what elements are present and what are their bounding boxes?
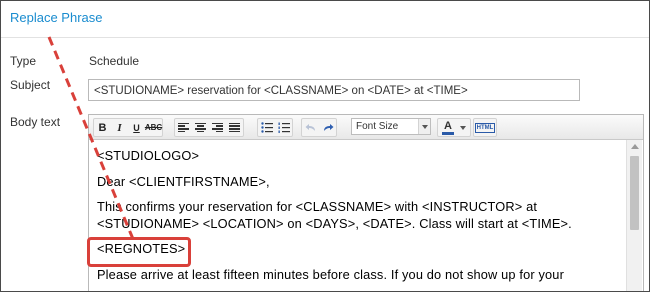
font-color-group: A: [437, 118, 471, 137]
strikethrough-button[interactable]: ABC: [145, 119, 162, 136]
chevron-down-icon: [418, 119, 430, 134]
undo-redo-group: [301, 118, 337, 137]
body-line-greeting: Dear <CLIENTFIRSTNAME>,: [97, 173, 270, 189]
scroll-thumb[interactable]: [630, 156, 639, 230]
body-line-confirmation: This confirms your reservation for <CLAS…: [97, 199, 538, 214]
align-center-button[interactable]: [192, 119, 209, 136]
type-label: Type: [10, 54, 37, 68]
alignment-group: [174, 118, 244, 137]
justify-icon: [229, 122, 240, 133]
body-text-editor: B I U ABC Font Size A HTML <STUDIOLOGO> …: [88, 114, 644, 291]
body-text-content[interactable]: <STUDIOLOGO> Dear <CLIENTFIRSTNAME>, Thi…: [89, 140, 627, 291]
underline-button[interactable]: U: [128, 119, 145, 136]
type-value: Schedule: [89, 54, 140, 68]
body-line-details: <STUDIONAME> <LOCATION> on <DAYS>, <DATE…: [97, 215, 572, 231]
redo-icon: [323, 123, 333, 131]
body-line-logo: <STUDIOLOGO>: [97, 148, 200, 163]
body-line-regnotes: <REGNOTES>: [97, 241, 186, 256]
replace-phrase-link[interactable]: Replace Phrase: [10, 10, 103, 25]
chevron-down-icon: [460, 125, 466, 130]
numbered-list-button[interactable]: [275, 119, 292, 136]
bullet-list-icon: [260, 122, 273, 133]
html-group: HTML: [473, 118, 497, 137]
font-color-dropdown[interactable]: [458, 119, 468, 136]
font-color-swatch: [442, 131, 454, 135]
editor-scrollbar[interactable]: [626, 140, 642, 291]
list-group: [257, 118, 293, 137]
font-size-label: Font Size: [356, 121, 399, 132]
font-color-icon: A: [444, 119, 452, 132]
justify-button[interactable]: [226, 119, 243, 136]
panel-header: Replace Phrase: [1, 1, 649, 38]
html-icon: HTML: [474, 122, 496, 133]
font-color-button[interactable]: A: [438, 119, 458, 136]
align-right-button[interactable]: [209, 119, 226, 136]
subject-input[interactable]: <STUDIONAME> reservation for <CLASSNAME>…: [88, 79, 580, 101]
redo-button[interactable]: [319, 119, 336, 136]
text-style-group: B I U ABC: [93, 118, 163, 137]
editor-toolbar: B I U ABC Font Size A HTML: [89, 115, 643, 140]
subject-label: Subject: [10, 78, 51, 92]
align-left-icon: [178, 122, 189, 133]
font-size-select[interactable]: Font Size: [351, 118, 431, 135]
body-line-arrival: Please arrive at least fifteen minutes b…: [97, 266, 564, 282]
align-left-button[interactable]: [175, 119, 192, 136]
align-center-icon: [195, 122, 206, 133]
italic-button[interactable]: I: [111, 119, 128, 136]
undo-button[interactable]: [302, 119, 319, 136]
bullet-list-button[interactable]: [258, 119, 275, 136]
bold-button[interactable]: B: [94, 119, 111, 136]
align-right-icon: [212, 122, 223, 133]
numbered-list-icon: [278, 122, 290, 133]
html-source-button[interactable]: HTML: [474, 119, 496, 136]
body-text-label: Body text: [10, 115, 61, 129]
undo-icon: [305, 123, 315, 131]
email-template-panel: Replace Phrase Type Schedule Subject <ST…: [0, 0, 650, 292]
scroll-up-icon[interactable]: [631, 144, 639, 149]
